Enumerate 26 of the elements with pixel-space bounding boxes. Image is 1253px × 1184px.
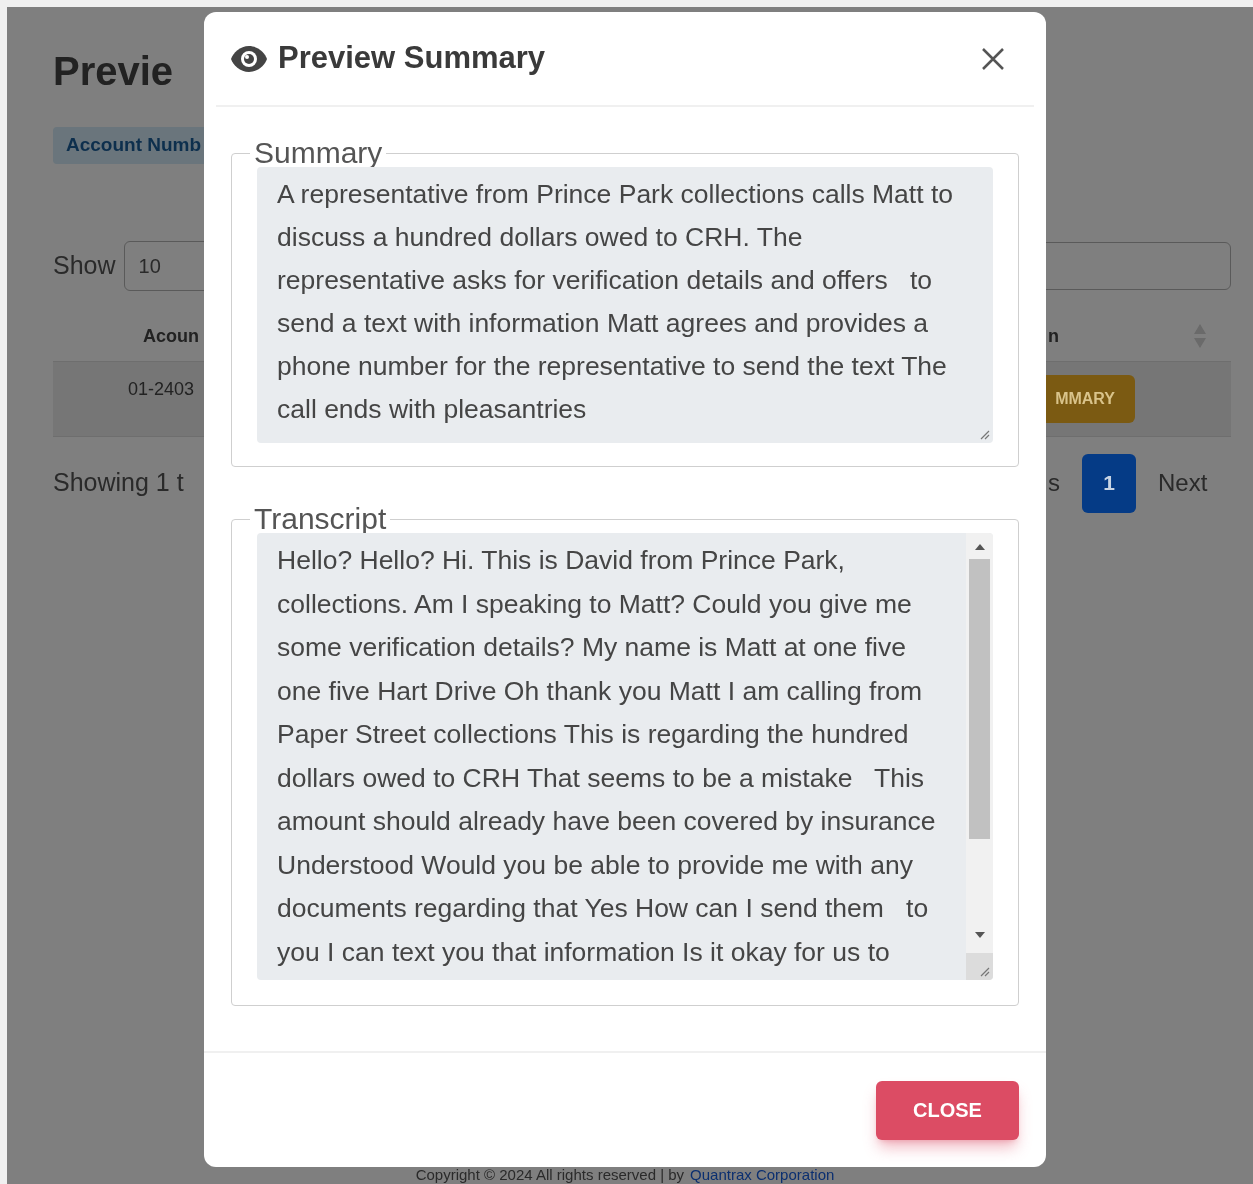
column-header: Acoun (143, 324, 199, 348)
text-content: A representative from Prince Park collections calls Matt to discuss a hundred dollars owed to CRH. The representative asks for verification details and offers to send a text with information Matt agrees and provides a phone number for the representative to send the text The call ends with pleasantries (277, 178, 955, 426)
resize-handle-icon[interactable] (978, 428, 990, 440)
scroll-down-icon[interactable] (973, 931, 986, 939)
previous-link[interactable]: s (1048, 465, 1060, 501)
scrollbar-thumb[interactable] (969, 559, 990, 839)
scroll-up-icon[interactable] (973, 543, 986, 551)
page-title: Previe (53, 48, 174, 95)
company-link[interactable]: Quantrax Corporation (690, 1167, 835, 1183)
eye-icon (230, 44, 268, 73)
column-header: n (1048, 324, 1059, 348)
table-cell-text: 01-2403 (128, 377, 195, 401)
copyright-text: Copyright © 2024 All rights reserved | by (415, 1167, 685, 1183)
modal-title: Preview Summary (278, 39, 546, 78)
scrollbar-corner (966, 953, 993, 980)
scrollbar[interactable] (966, 533, 993, 953)
section-legend: Transcript (250, 503, 391, 535)
summary-text-area[interactable] (257, 167, 993, 443)
page-button[interactable]: 1 (1082, 453, 1136, 513)
table-info: Showing 1 t (53, 467, 184, 499)
next-link[interactable]: Next (1158, 465, 1208, 501)
section-legend: Summary (250, 137, 387, 169)
text-content: Hello? Hello? Hi. This is David from Prince Park, collections. Am I speaking to Matt? Could you give me some verification details? My name is Matt at one five one five Hart Drive Oh thank you Matt I am calling from Paper Street collections This is regarding the hundred dollars owed to CRH That seems to be a mistake This amount should already have been covered by insurance Understood Would you be able to provide me with any documents regarding that Yes How can I send them to you I can text you that information Is it okay for us to (277, 544, 937, 969)
close-button[interactable]: CLOSE (876, 1080, 1019, 1140)
show-label: Show (53, 250, 116, 282)
resize-handle-icon[interactable] (978, 965, 990, 977)
